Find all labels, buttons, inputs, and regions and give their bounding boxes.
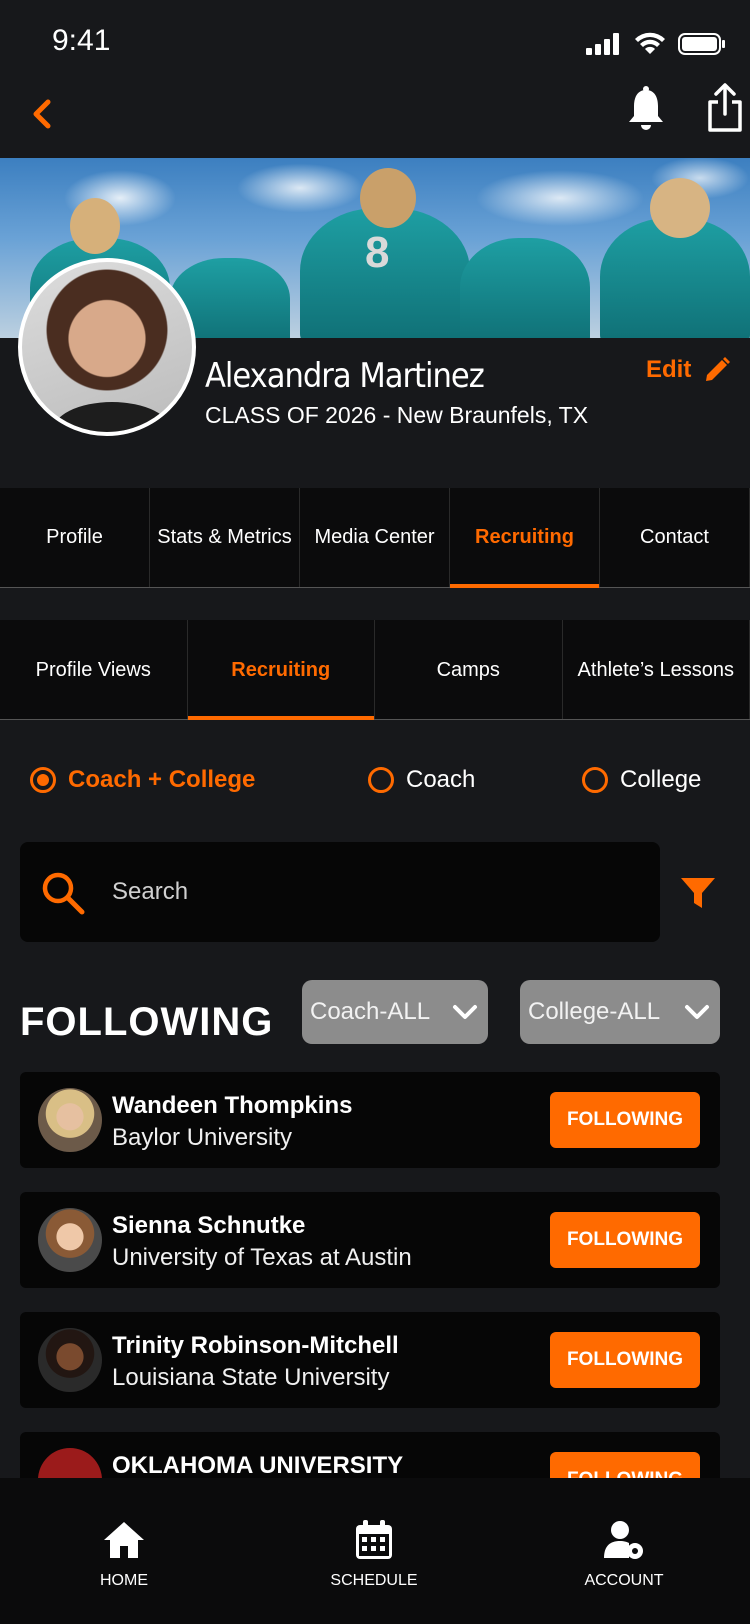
- share-icon[interactable]: [706, 82, 744, 134]
- bell-icon[interactable]: [626, 86, 666, 134]
- radio-college[interactable]: College: [582, 766, 701, 794]
- radio-selected-icon: [30, 767, 56, 793]
- subtab-camps[interactable]: Camps: [375, 620, 563, 719]
- tab-recruiting[interactable]: Recruiting: [450, 488, 600, 588]
- profile-avatar: [18, 258, 196, 436]
- nav-label: SCHEDULE: [330, 1572, 418, 1589]
- edit-label: Edit: [646, 356, 692, 383]
- sub-tabs: Profile Views Recruiting Camps Athlete’s…: [0, 620, 750, 720]
- tab-label: Contact: [640, 526, 709, 548]
- search-icon: [42, 872, 85, 915]
- dropdown-value: Coach-ALL: [310, 998, 431, 1025]
- profile-subtitle: CLASS OF 2026 - New Braunfels, TX: [205, 402, 589, 428]
- chevron-down-icon: [685, 1005, 709, 1019]
- status-bar: 9:41: [0, 0, 750, 88]
- list-item-name: Trinity Robinson-Mitchell: [112, 1332, 399, 1359]
- status-icons: [586, 32, 726, 56]
- dropdown-value: College-ALL: [528, 998, 661, 1025]
- calendar-icon: [356, 1520, 392, 1559]
- nav-label: HOME: [100, 1572, 148, 1589]
- subtab-label: Camps: [436, 658, 500, 681]
- tab-label: Media Center: [314, 526, 435, 548]
- tab-media-center[interactable]: Media Center: [300, 488, 450, 587]
- tab-label: Profile: [46, 526, 103, 548]
- subtab-recruiting[interactable]: Recruiting: [187, 620, 375, 720]
- radio-unselected-icon: [368, 767, 394, 793]
- radio-coach-college[interactable]: Coach + College: [30, 766, 255, 794]
- list-item-name: Wandeen Thompkins: [112, 1092, 353, 1119]
- profile-name: Alexandra Martinez: [205, 356, 485, 396]
- back-chevron-icon[interactable]: [22, 94, 62, 134]
- coach-filter-dropdown[interactable]: Coach-ALL: [302, 980, 488, 1044]
- pencil-icon: [706, 357, 731, 381]
- tab-stats-metrics[interactable]: Stats & Metrics: [150, 488, 300, 587]
- following-button[interactable]: FOLLOWING: [550, 1092, 700, 1148]
- top-bar: [0, 80, 750, 150]
- following-button[interactable]: FOLLOWING: [550, 1212, 700, 1268]
- status-time: 9:41: [52, 24, 111, 57]
- account-settings-icon: [604, 1521, 643, 1559]
- radio-unselected-icon: [582, 767, 608, 793]
- nav-account[interactable]: ACCOUNT: [564, 1518, 684, 1590]
- subtab-label: Profile Views: [35, 658, 151, 681]
- home-icon: [104, 1522, 144, 1558]
- radio-label: College: [620, 766, 702, 793]
- search-box: [20, 842, 660, 942]
- tab-label: Stats & Metrics: [157, 526, 292, 548]
- avatar: [38, 1208, 102, 1272]
- following-heading: FOLLOWING: [20, 1000, 274, 1044]
- following-button[interactable]: FOLLOWING: [550, 1332, 700, 1388]
- subtab-profile-views[interactable]: Profile Views: [0, 620, 188, 719]
- wifi-icon: [635, 32, 665, 54]
- list-item-name: OKLAHOMA UNIVERSITY: [112, 1452, 404, 1479]
- nav-home[interactable]: HOME: [64, 1518, 184, 1590]
- filter-funnel-icon[interactable]: [680, 876, 716, 910]
- radio-coach[interactable]: Coach: [368, 766, 475, 794]
- chevron-down-icon: [453, 1005, 477, 1019]
- bottom-nav: HOME SCHEDULE ACCOUNT: [0, 1478, 750, 1624]
- subtab-label: Athlete’s Lessons: [577, 658, 734, 681]
- list-item-school: University of Texas at Austin: [112, 1244, 412, 1271]
- tab-contact[interactable]: Contact: [600, 488, 750, 587]
- main-tabs: Profile Stats & Metrics Media Center Rec…: [0, 488, 750, 588]
- search-input[interactable]: [112, 864, 632, 920]
- signal-icon: [586, 33, 619, 55]
- avatar: [38, 1088, 102, 1152]
- avatar: [38, 1328, 102, 1392]
- edit-button[interactable]: Edit: [646, 356, 731, 384]
- nav-schedule[interactable]: SCHEDULE: [314, 1518, 434, 1590]
- list-item-name: Sienna Schnutke: [112, 1212, 306, 1239]
- list-item-school: Baylor University: [112, 1124, 293, 1151]
- subtab-athletes-lessons[interactable]: Athlete’s Lessons: [563, 620, 750, 719]
- filter-radio-group: Coach + College Coach College: [0, 766, 750, 806]
- list-item[interactable]: Sienna Schnutke University of Texas at A…: [20, 1192, 720, 1288]
- college-filter-dropdown[interactable]: College-ALL: [520, 980, 720, 1044]
- battery-icon: [678, 33, 725, 55]
- tab-profile[interactable]: Profile: [0, 488, 150, 587]
- nav-label: ACCOUNT: [584, 1572, 664, 1589]
- radio-label: Coach + College: [68, 766, 256, 793]
- tab-label: Recruiting: [475, 526, 574, 548]
- list-item-school: Louisiana State University: [112, 1364, 390, 1391]
- list-item[interactable]: Trinity Robinson-Mitchell Louisiana Stat…: [20, 1312, 720, 1408]
- subtab-label: Recruiting: [231, 658, 331, 681]
- list-item[interactable]: Wandeen Thompkins Baylor University FOLL…: [20, 1072, 720, 1168]
- radio-label: Coach: [406, 766, 476, 793]
